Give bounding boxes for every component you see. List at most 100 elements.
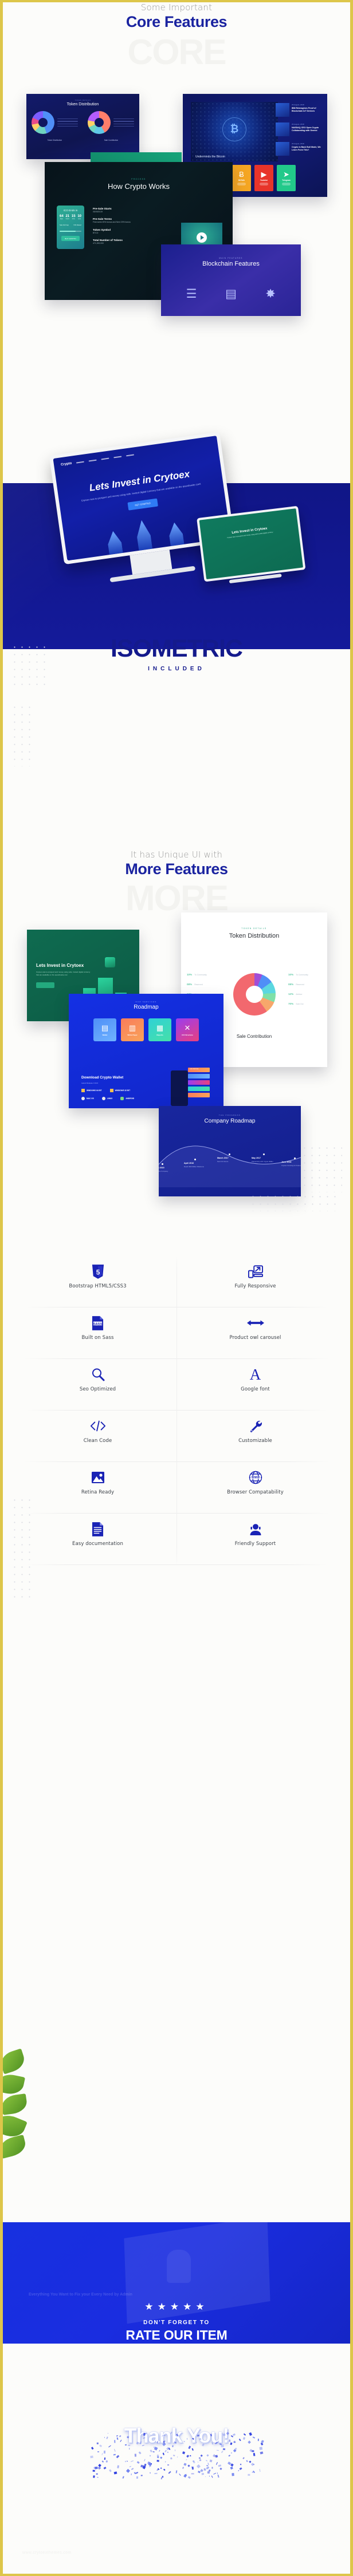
tile-wallet[interactable]: ▤ Wallet — [93, 1018, 116, 1041]
feature-seo-optimized[interactable]: Seo Optimized — [19, 1359, 176, 1410]
milestone-date: June 2018 — [281, 1161, 292, 1163]
feature-friendly-support[interactable]: Friendly Support — [176, 1514, 334, 1564]
news-item[interactable]: 29 August, 2018 Crypto is Back Bull Mode… — [276, 141, 324, 158]
raise-label: Sale Soft Cap — [60, 224, 69, 226]
token-caption-left: Token Distribution — [47, 139, 62, 141]
platform-button[interactable]: ANDROID — [120, 1097, 134, 1100]
confetti-particle — [162, 2452, 165, 2456]
confetti-particle — [129, 2448, 130, 2450]
hero-cta-button[interactable]: GET STARTED — [127, 498, 158, 511]
confetti-particle — [187, 2464, 190, 2467]
ico-ends-label: ICO Ends in — [63, 209, 78, 212]
news-hero: ₿ Underminds the Bitcoin — [191, 102, 278, 161]
dot-pattern — [11, 704, 36, 767]
rocket-icon — [106, 530, 123, 555]
platform-button[interactable]: WINDOWS 32 BIT — [109, 1089, 130, 1092]
detail-label: Total Number of Tokens — [93, 239, 123, 242]
feature-google-font[interactable]: A Google font — [176, 1359, 334, 1410]
svg-text:WWW: WWW — [251, 1476, 259, 1480]
confetti-particle — [176, 2433, 179, 2437]
news-date: 29 August, 2018 — [292, 104, 304, 106]
tile-ico-structure[interactable]: ✕ ICO Structure — [176, 1018, 199, 1041]
chart-icon: ▦ — [156, 1023, 164, 1032]
feature-bootstrap-html5[interactable]: 5 Bootstrap HTML5/CSS3 — [19, 1256, 176, 1307]
feature-owl-carousel[interactable]: Product owl carousel — [176, 1307, 334, 1358]
milestone-date: April 2016 — [184, 1162, 194, 1164]
platform-button[interactable]: MAC OS — [81, 1097, 94, 1100]
buy-crypto-button[interactable]: BUY CRYPTO — [61, 236, 80, 242]
confetti-particle — [216, 2449, 219, 2451]
nav-item[interactable] — [76, 461, 85, 464]
rate-item-banner: Everything You Want to Fix your Every Ne… — [3, 2222, 350, 2344]
confetti-particle — [135, 2471, 138, 2474]
social-card-youtube[interactable]: ▶ Youtube — [254, 165, 273, 191]
green-cta-button[interactable] — [36, 982, 54, 988]
milestone-date: March 2015 — [159, 1167, 164, 1169]
star-rating[interactable]: ★★★★★ — [3, 2301, 350, 2313]
milestone: April 2016 Reach $50 Million Milestone — [184, 1162, 211, 1168]
tablet-bezel: Lets Invest in Crytoex Crytoex was to pr… — [197, 505, 306, 582]
rocket-icon — [167, 521, 184, 546]
news-title: Crypto is Back Bull Mode, We Learn From … — [292, 146, 321, 152]
tile-label: Wallet — [102, 1033, 108, 1036]
feature-easy-documentation[interactable]: Easy documentation — [19, 1514, 176, 1564]
feature-label: Browser Compatability — [227, 1490, 284, 1495]
confetti-particle — [242, 2457, 245, 2459]
nav-item[interactable] — [113, 456, 122, 459]
play-icon[interactable] — [197, 232, 207, 243]
confetti-particle — [149, 2466, 152, 2468]
sass-file-icon: SASS — [92, 1314, 104, 1332]
tile-white-paper[interactable]: ▥ White Paper — [121, 1018, 144, 1041]
nav-item[interactable] — [88, 459, 97, 462]
social-card-bittalk[interactable]: Ƀ BitTalk — [232, 165, 251, 191]
confetti-particle — [108, 2445, 111, 2448]
screenshot-roadmap-blue[interactable]: OUR SERVICES Roadmap ▤ Wallet ▥ White Pa… — [69, 994, 223, 1108]
feature-retina-ready[interactable]: Retina Ready — [19, 1462, 176, 1513]
screenshot-company-roadmap[interactable]: THE PROGRESS Company Roadmap March 2015 … — [159, 1106, 301, 1196]
token-eyebrow: TOKEN DETAILS — [241, 927, 267, 930]
isometric-tablet[interactable]: Lets Invest in Crytoex Crytoex was to pr… — [197, 505, 307, 589]
feature-browser-compatability[interactable]: WWW Browser Compatability — [176, 1462, 334, 1513]
milestone-dot — [229, 1153, 230, 1155]
confetti-particle — [182, 2467, 185, 2469]
token-legend — [57, 117, 78, 129]
nav-item[interactable] — [126, 454, 135, 457]
news-item[interactable]: 29 August, 2018 NASDAQ CEO Open Crypto C… — [276, 121, 324, 139]
milestone-date: May 2017 — [252, 1157, 261, 1159]
social-card-telegram[interactable]: ➤ Telegram — [277, 165, 296, 191]
milestone-dot — [194, 1159, 196, 1160]
svg-text:SASS: SASS — [93, 1322, 103, 1326]
confetti-particle — [206, 2460, 208, 2462]
screenshot-token-distribution[interactable]: TOKEN DETAILS Token Distribution Token D… — [26, 94, 139, 159]
confetti-particle — [206, 2454, 209, 2457]
feature-customizable[interactable]: Customizable — [176, 1411, 334, 1461]
token-caption-right: Sale Contribution — [104, 139, 119, 141]
countdown-unit-label: hours — [65, 218, 69, 220]
confetti-particle — [176, 2456, 178, 2458]
platform-button[interactable]: LINUX — [101, 1097, 112, 1100]
confetti-particle — [230, 2442, 233, 2445]
dot-pattern — [301, 1144, 342, 1192]
dot-pattern — [11, 643, 51, 689]
raise-value: 74% Raised — [73, 224, 81, 226]
confetti-particle — [127, 2436, 129, 2438]
mobile-icon: ▤ — [225, 287, 237, 301]
confetti-particle — [230, 2463, 234, 2467]
tile-reports[interactable]: ▦ Reports — [148, 1018, 171, 1041]
confetti-particle — [168, 2447, 171, 2451]
confetti-particle — [160, 2456, 163, 2459]
feature-built-on-sass[interactable]: SASS Built on Sass — [19, 1307, 176, 1358]
news-item[interactable]: 29 August, 2018 IBM Reimagines Proof of … — [276, 102, 324, 119]
detail-value: 05/09/2019 — [93, 211, 103, 213]
nav-item[interactable] — [101, 457, 109, 460]
feature-clean-code[interactable]: Clean Code — [19, 1411, 176, 1461]
screenshot-blockchain-features[interactable]: MAIN FEATURES Blockchain Features ☰ ▤ ✸ — [161, 244, 301, 316]
feature-fully-responsive[interactable]: Fully Responsive — [176, 1256, 334, 1307]
confetti-particle — [116, 2437, 119, 2440]
platform-button[interactable]: WINDOWS 64 BIT — [81, 1089, 102, 1092]
token-title: Token Distribution — [66, 102, 99, 106]
confetti-particle — [217, 2474, 219, 2478]
confetti-particle — [246, 2460, 249, 2463]
confetti-particle — [97, 2442, 99, 2444]
handshake-icon: ☰ — [186, 287, 197, 301]
